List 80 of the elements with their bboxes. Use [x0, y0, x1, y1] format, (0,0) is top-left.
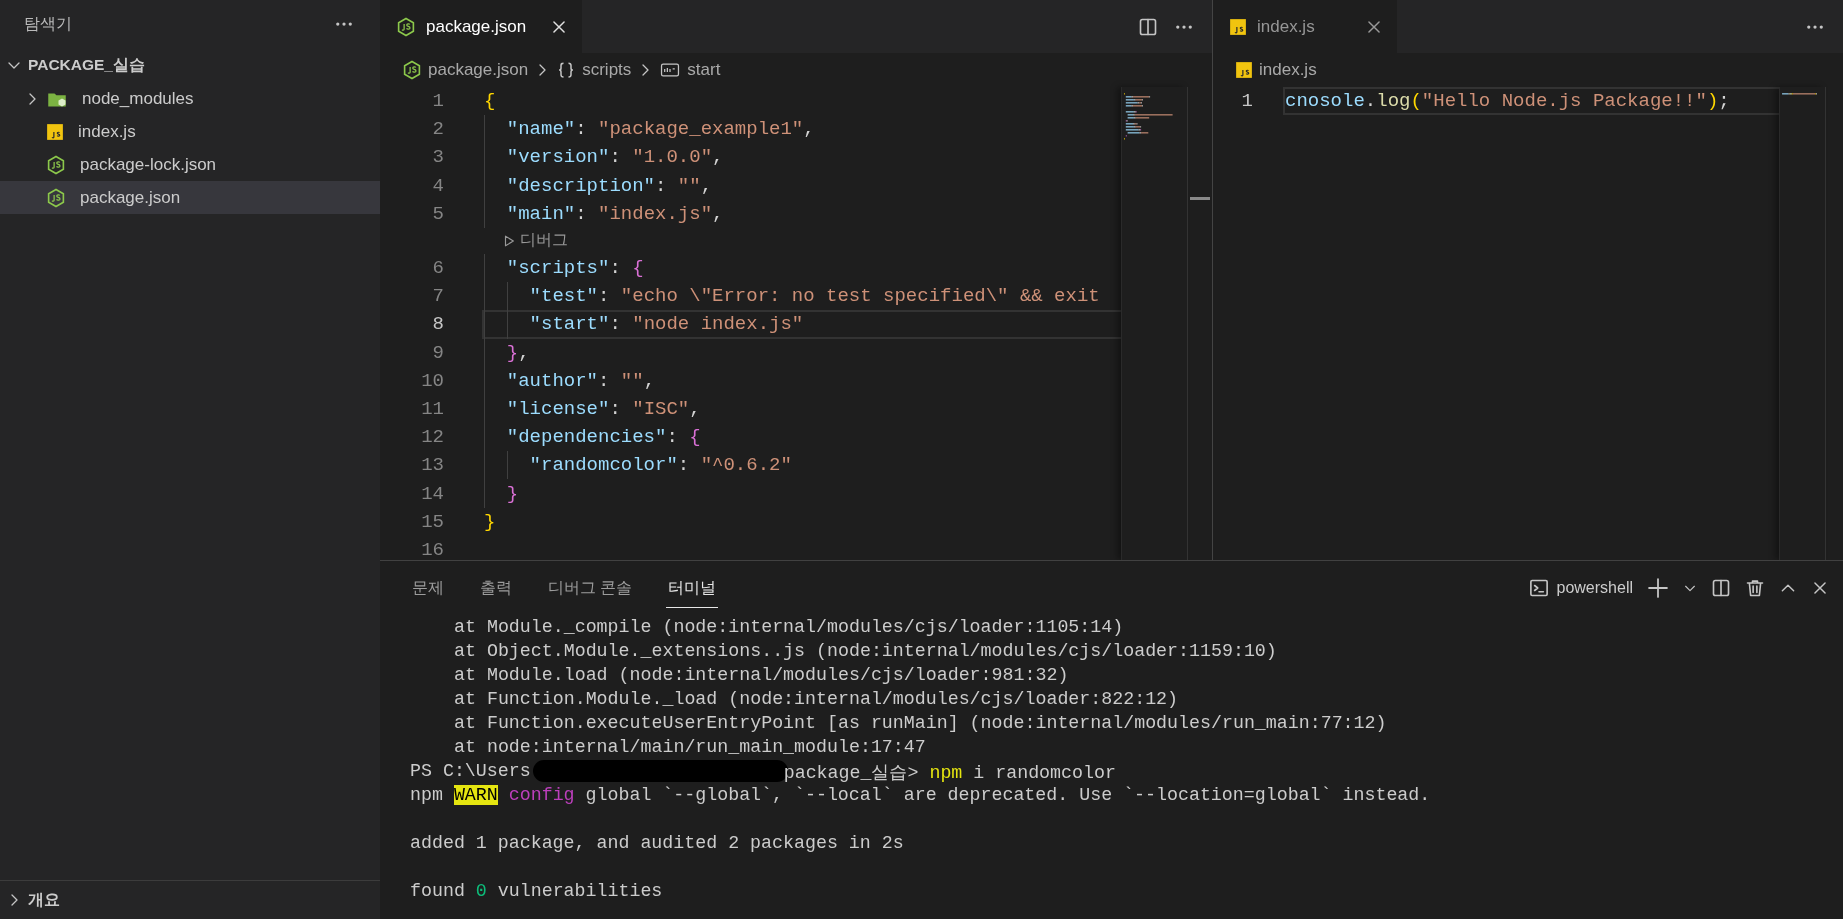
terminal-text: PS C:\Users [410, 761, 531, 781]
line-number: 8 [431, 313, 445, 336]
js-file-icon [1229, 17, 1247, 36]
line-number: 16 [420, 538, 445, 560]
line-number: 9 [431, 341, 445, 364]
tree-item[interactable]: package-lock.json [0, 148, 380, 181]
line-number: 10 [420, 369, 445, 392]
code-line: cnosole.log("Hello Node.js Package!!"); [1283, 87, 1779, 116]
terminal-text: found 0 vulnerabilities [410, 881, 663, 901]
code-line: "version": "1.0.0", [482, 143, 1121, 172]
code-line: "author": "", [482, 366, 1121, 395]
terminal-text: package_실습> npm i randomcolor [783, 761, 1116, 784]
cursor-position-mark [1190, 197, 1210, 200]
line-number: 6 [431, 257, 445, 280]
line-number: 7 [431, 285, 445, 308]
play-icon [502, 233, 516, 248]
code-line: }, [482, 338, 1121, 367]
terminal-icon [1528, 578, 1549, 598]
trash-icon[interactable] [1745, 578, 1765, 598]
line-number: 1 [431, 90, 445, 113]
hexagon-file-icon [46, 154, 66, 175]
close-icon[interactable] [1811, 579, 1829, 597]
split-editor-icon[interactable] [1711, 578, 1731, 598]
line-number: 15 [420, 510, 445, 533]
hexagon-file-icon [46, 187, 66, 208]
line-number: 5 [431, 202, 445, 225]
code-line: } [483, 509, 497, 535]
code-line: "main": "index.js", [482, 199, 1121, 228]
terminal-text: at Function.executeUserEntryPoint [as runMain] (node:internal/modules/run_main:77:12) [454, 713, 1387, 733]
js-file-icon [46, 122, 64, 141]
breadcrumb-item[interactable]: scripts [556, 60, 632, 80]
terminal-text: at Module.load (node:internal/modules/cjs/loader:981:32) [454, 665, 1069, 685]
breadcrumb-item[interactable]: package.json [402, 60, 529, 80]
js-file-icon [1235, 61, 1253, 79]
editor-tab[interactable]: index.js [1213, 0, 1397, 53]
panel-tab[interactable]: 문제 [410, 568, 446, 608]
minimap-drawing [1124, 93, 1173, 140]
line-number: 12 [420, 426, 445, 449]
line-number: 1 [1240, 90, 1254, 113]
code-line: "scripts": { [482, 253, 1121, 283]
tree-item[interactable]: index.js [0, 115, 380, 148]
terminal-selector[interactable]: powershell [1528, 578, 1633, 598]
code-line: "license": "ISC", [482, 394, 1121, 424]
hexagon-file-icon [402, 60, 422, 80]
line-number: 11 [420, 397, 445, 420]
tree-item[interactable]: PACKAGE_실습 [0, 48, 380, 82]
code-line: "randomcolor": "^0.6.2" [482, 451, 1121, 480]
panel-tab[interactable]: 디버그 콘솔 [546, 568, 635, 608]
code-line: "dependencies": { [482, 423, 1121, 452]
line-number: 4 [431, 174, 445, 197]
line-number: 3 [431, 146, 445, 169]
line-number: 14 [420, 482, 445, 505]
tree-item[interactable]: node_modules [0, 82, 380, 115]
breadcrumb-item[interactable]: index.js [1235, 60, 1317, 80]
outline-section[interactable]: 개요 [0, 880, 380, 919]
terminal-text: at Function.Module._load (node:internal/modules/cjs/loader:822:12) [454, 689, 1179, 709]
line-number: 2 [431, 118, 445, 141]
string-icon [659, 61, 682, 79]
terminal-text: added 1 package, and audited 2 packages in 2s [410, 833, 904, 853]
terminal-text: npm WARN config global `--global`, `--local` are deprecated. Use `--location=global` instead. [410, 785, 1431, 805]
panel-tab[interactable]: 출력 [478, 568, 514, 608]
hexagon-file-icon [396, 16, 416, 37]
code-line: "name": "package_example1", [482, 115, 1121, 144]
run-debug-link[interactable]: 디버그 [380, 227, 568, 254]
code-line: "test": "echo \"Error: no test specified\" && exit [482, 282, 1121, 311]
panel-tab[interactable]: 터미널 [666, 568, 719, 608]
code-line: "start": "node index.js" [482, 310, 1121, 339]
terminal-text: at Module._compile (node:internal/modules/cjs/loader:1105:14) [454, 617, 1124, 637]
plus-icon[interactable] [1647, 577, 1669, 599]
terminal-text: at Object.Module._extensions..js (node:internal/modules/cjs/loader:1159:10) [454, 641, 1277, 661]
line-number: 13 [420, 454, 445, 477]
split-editor-icon[interactable] [1138, 16, 1158, 37]
breadcrumb-item[interactable]: start [659, 60, 721, 80]
code-line: "description": "", [482, 171, 1121, 200]
panel-title: 탐색기 [24, 13, 72, 34]
code-line: { [483, 89, 497, 115]
tree-item[interactable]: package.json [0, 181, 380, 214]
terminal-text: at node:internal/main/run_main_module:17:47 [454, 737, 926, 757]
code-line: } [482, 479, 1121, 508]
editor-tab[interactable]: package.json [380, 0, 583, 53]
